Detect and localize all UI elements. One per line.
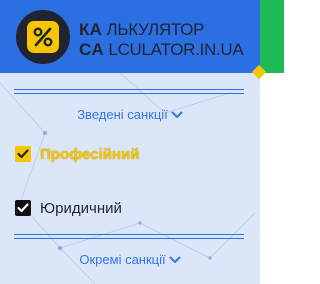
- section-toggle-summary[interactable]: Зведені санкції: [0, 107, 260, 122]
- option-legal[interactable]: Юридичний: [15, 199, 122, 217]
- percent-icon: [27, 21, 59, 53]
- sanctions-panel: Зведені санкції Професійний Юридичний Ок…: [0, 73, 260, 284]
- green-accent-strip: [260, 0, 284, 73]
- checkbox-professional[interactable]: [15, 146, 31, 162]
- divider-bottom: [14, 234, 244, 239]
- chevron-down-icon: [171, 107, 183, 122]
- check-icon: [17, 149, 29, 159]
- chevron-down-icon: [169, 252, 181, 267]
- check-icon: [17, 203, 29, 213]
- section-toggle-separate-label: Окремі санкції: [79, 252, 166, 267]
- brand-line-2: CA LCULATOR.IN.UA: [79, 40, 244, 60]
- page: КА ЛЬКУЛЯТОР CA LCULATOR.IN.UA Зведені с…: [0, 0, 284, 284]
- brand-line-1-bold: КА: [79, 20, 103, 39]
- brand-name[interactable]: КА ЛЬКУЛЯТОР CA LCULATOR.IN.UA: [79, 20, 244, 60]
- logo[interactable]: [16, 10, 70, 64]
- option-legal-label: Юридичний: [40, 199, 122, 217]
- header: КА ЛЬКУЛЯТОР CA LCULATOR.IN.UA: [0, 0, 260, 73]
- brand-line-2-rest: LCULATOR.IN.UA: [108, 40, 244, 59]
- brand-line-2-bold: CA: [79, 40, 104, 59]
- content-area: [260, 73, 284, 284]
- checkbox-legal[interactable]: [15, 200, 31, 216]
- option-professional-label: Професійний: [40, 145, 140, 163]
- section-toggle-summary-label: Зведені санкції: [77, 107, 168, 122]
- divider-top: [14, 89, 244, 94]
- section-toggle-separate[interactable]: Окремі санкції: [0, 252, 260, 267]
- brand-line-1-rest: ЛЬКУЛЯТОР: [106, 20, 205, 39]
- brand-line-1: КА ЛЬКУЛЯТОР: [79, 20, 243, 40]
- option-professional[interactable]: Професійний: [15, 145, 139, 163]
